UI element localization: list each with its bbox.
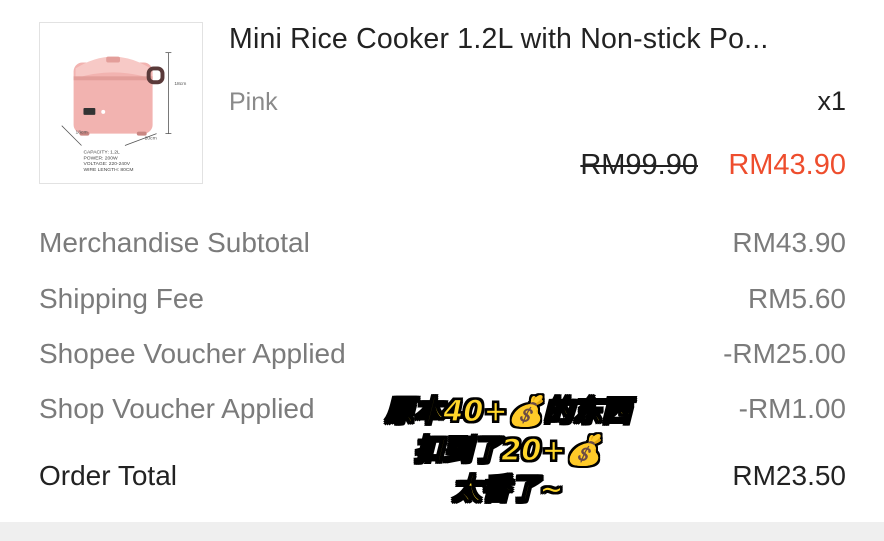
summary-value: -RM1.00 [738, 393, 846, 424]
svg-text:18cm: 18cm [174, 81, 186, 87]
shopee-voucher-row: Shopee Voucher Applied -RM25.00 [39, 334, 846, 374]
original-price: RM99.90 [580, 149, 698, 181]
overlay-caption: 原本40+💰的东西 扣到了20+💰 太香了~ [338, 392, 678, 509]
caption-line: 扣到了20+💰 [414, 432, 603, 467]
svg-text:WIRE LENGTH: 80CM: WIRE LENGTH: 80CM [83, 167, 133, 173]
svg-text:POWER: 200W: POWER: 200W [83, 155, 118, 161]
product-title[interactable]: Mini Rice Cooker 1.2L with Non-stick Po.… [229, 23, 849, 56]
svg-text:VOLTAGE: 220-240V: VOLTAGE: 220-240V [83, 161, 130, 167]
order-total-value: RM23.50 [732, 460, 846, 491]
product-variation: Pink [229, 88, 278, 116]
product-image[interactable]: 18cm 18cm 20cm CAPACITY: 1.2L POWER: 200… [39, 22, 203, 184]
merchandise-subtotal-row: Merchandise Subtotal RM43.90 [39, 223, 846, 263]
svg-text:18cm: 18cm [76, 130, 88, 136]
sale-price: RM43.90 [728, 149, 846, 181]
svg-text:20cm: 20cm [145, 136, 157, 142]
svg-text:CAPACITY: 1.2L: CAPACITY: 1.2L [83, 149, 120, 155]
order-total-label: Order Total [39, 460, 177, 491]
summary-value: RM5.60 [747, 283, 846, 314]
summary-label: Shopee Voucher Applied [39, 338, 346, 369]
caption-line: 太香了~ [452, 471, 565, 506]
product-quantity: x1 [817, 86, 846, 116]
summary-label: Shop Voucher Applied [39, 393, 315, 424]
summary-value: -RM25.00 [723, 338, 846, 369]
rice-cooker-image: 18cm 18cm 20cm CAPACITY: 1.2L POWER: 200… [40, 23, 202, 183]
summary-value: RM43.90 [732, 227, 846, 258]
summary-label: Shipping Fee [39, 283, 205, 314]
shipping-fee-row: Shipping Fee RM5.60 [39, 279, 846, 319]
caption-line: 原本40+💰的东西 [385, 393, 632, 428]
summary-label: Merchandise Subtotal [39, 227, 310, 258]
bottom-bar [0, 522, 884, 541]
